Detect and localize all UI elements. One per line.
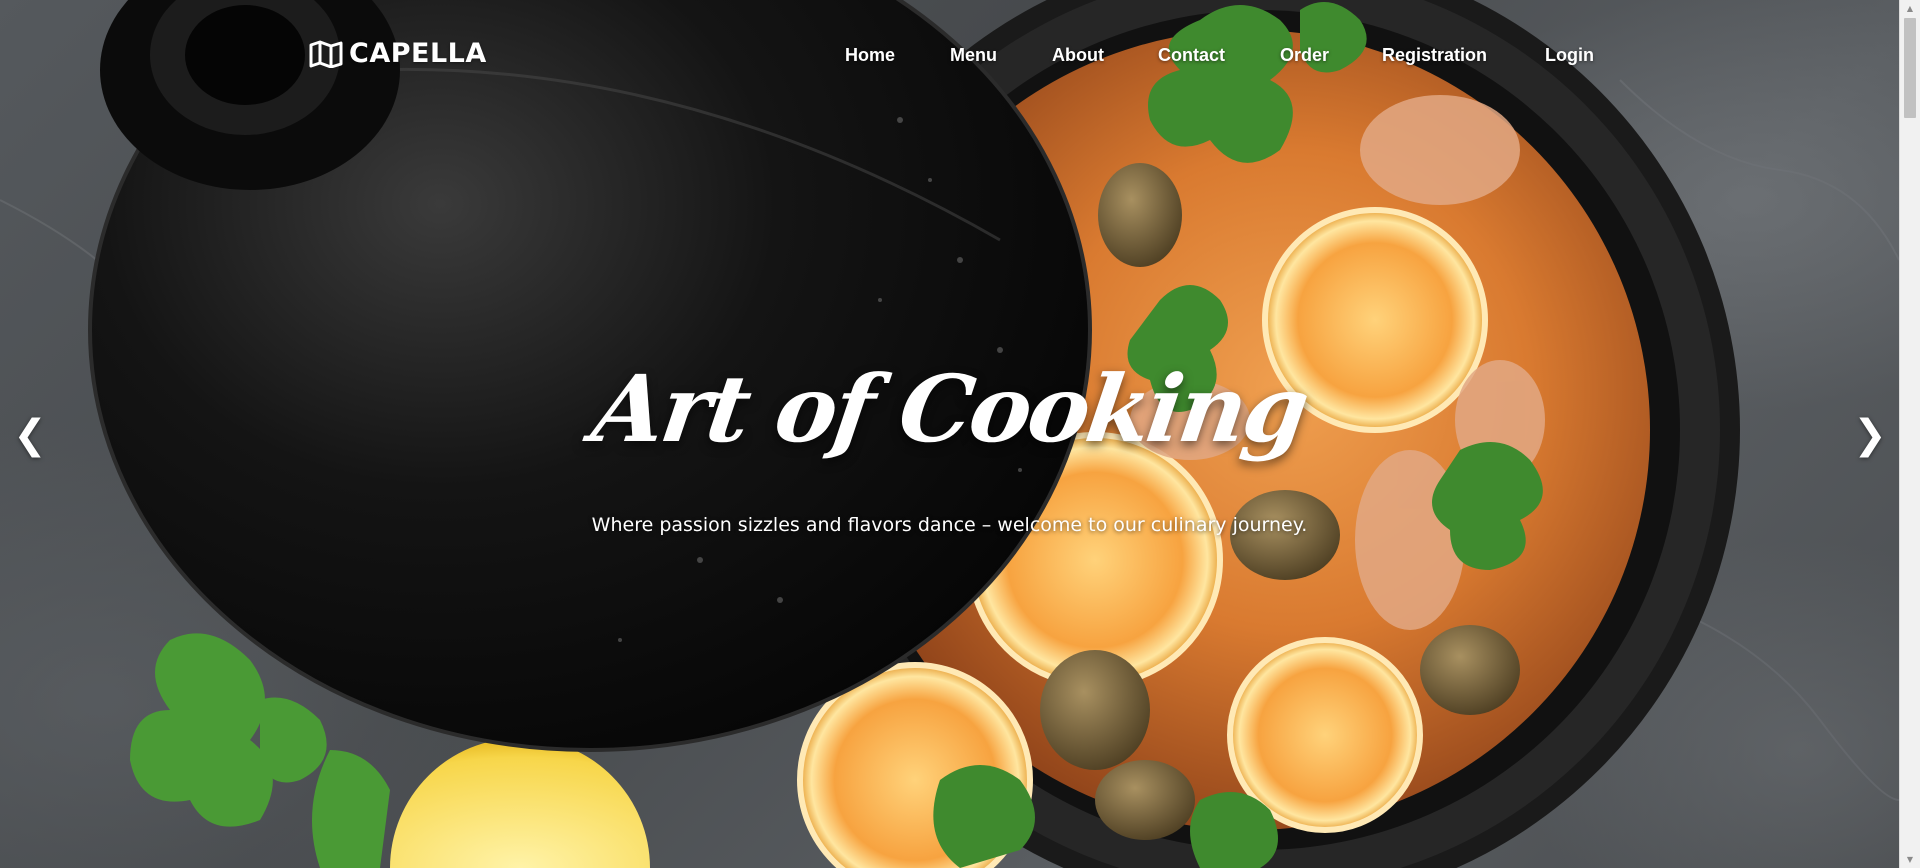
- nav-about-link[interactable]: About: [1052, 45, 1104, 66]
- map-icon: [309, 40, 343, 68]
- nav-contact-link[interactable]: Contact: [1158, 45, 1225, 66]
- nav-menu-link[interactable]: Menu: [950, 45, 997, 66]
- vertical-scrollbar[interactable]: ▲ ▼: [1899, 0, 1920, 868]
- half-lemon: [390, 738, 650, 868]
- scroll-up-arrow-icon[interactable]: ▲: [1900, 0, 1920, 17]
- carousel-prev-button[interactable]: ❮: [10, 410, 50, 460]
- carousel-next-button[interactable]: ❯: [1850, 410, 1890, 460]
- chevron-right-icon: ❯: [1853, 412, 1887, 458]
- nav-home-link[interactable]: Home: [845, 45, 895, 66]
- scrollbar-thumb[interactable]: [1904, 18, 1916, 118]
- scroll-down-arrow-icon[interactable]: ▼: [1900, 851, 1920, 868]
- brand-logo-link[interactable]: CAPELLA: [309, 38, 487, 69]
- page: CAPELLA Home Menu About Contact Order Re…: [0, 0, 1920, 868]
- hero-title: Art of Cooking: [586, 355, 1313, 463]
- chevron-left-icon: ❮: [13, 412, 47, 458]
- nav-login-link[interactable]: Login: [1545, 45, 1594, 66]
- nav-registration-link[interactable]: Registration: [1382, 45, 1487, 66]
- nav-order-link[interactable]: Order: [1280, 45, 1329, 66]
- navbar: CAPELLA Home Menu About Contact Order Re…: [0, 0, 1899, 110]
- brand-name: CAPELLA: [349, 38, 487, 69]
- hero-subtitle: Where passion sizzles and flavors dance …: [591, 514, 1308, 536]
